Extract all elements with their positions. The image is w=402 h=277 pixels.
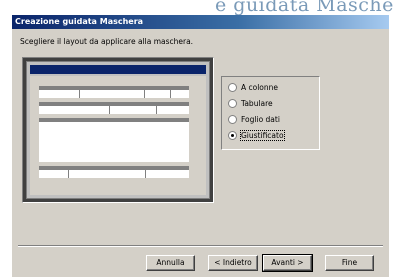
radio-label: Tabulare [241, 99, 273, 108]
preview-divider [156, 102, 157, 114]
preview-divider [109, 102, 110, 114]
preview-divider [145, 166, 146, 178]
radio-button-unselected[interactable] [228, 83, 237, 92]
radio-button-unselected[interactable] [228, 99, 237, 108]
background-heading-fragment: e guidata Masche [215, 0, 394, 16]
preview-form-body [30, 76, 206, 195]
radio-button-selected[interactable] [228, 131, 237, 140]
preview-field [39, 106, 109, 114]
layout-options-group: A colonne Tabulare Foglio dati Giustific… [221, 76, 320, 150]
preview-window [26, 61, 210, 199]
back-button[interactable]: < Indietro [208, 255, 258, 271]
radio-label: Foglio dati [241, 115, 280, 124]
radio-label: Giustificato [240, 130, 285, 141]
preview-field [39, 170, 68, 178]
radio-button-unselected[interactable] [228, 115, 237, 124]
dialog-title-bar: Creazione guidata Maschera [12, 15, 389, 29]
layout-preview [22, 57, 214, 203]
cancel-button[interactable]: Annulla [146, 255, 195, 271]
preview-field [171, 90, 189, 98]
button-separator [18, 245, 383, 247]
preview-divider [144, 86, 145, 98]
next-button[interactable]: Avanti > [262, 254, 313, 272]
preview-title-bar [30, 65, 206, 74]
layout-prompt: Scegliere il layout da applicare alla ma… [20, 37, 194, 46]
preview-field [145, 90, 170, 98]
radio-tabulare[interactable]: Tabulare [228, 98, 273, 109]
preview-field [157, 106, 189, 114]
radio-giustificato[interactable]: Giustificato [228, 130, 285, 141]
preview-field [110, 106, 156, 114]
preview-memo-field [39, 122, 189, 162]
radio-a-colonne[interactable]: A colonne [228, 82, 278, 93]
preview-divider [68, 166, 69, 178]
form-wizard-dialog: Creazione guidata Maschera Scegliere il … [12, 15, 389, 277]
radio-label: A colonne [241, 83, 279, 92]
finish-button[interactable]: Fine [325, 255, 374, 271]
preview-divider [170, 86, 171, 98]
preview-divider [79, 86, 80, 98]
preview-field [80, 90, 144, 98]
preview-field [146, 170, 189, 178]
radio-foglio-dati[interactable]: Foglio dati [228, 114, 280, 125]
preview-field [69, 170, 145, 178]
preview-field [39, 90, 79, 98]
